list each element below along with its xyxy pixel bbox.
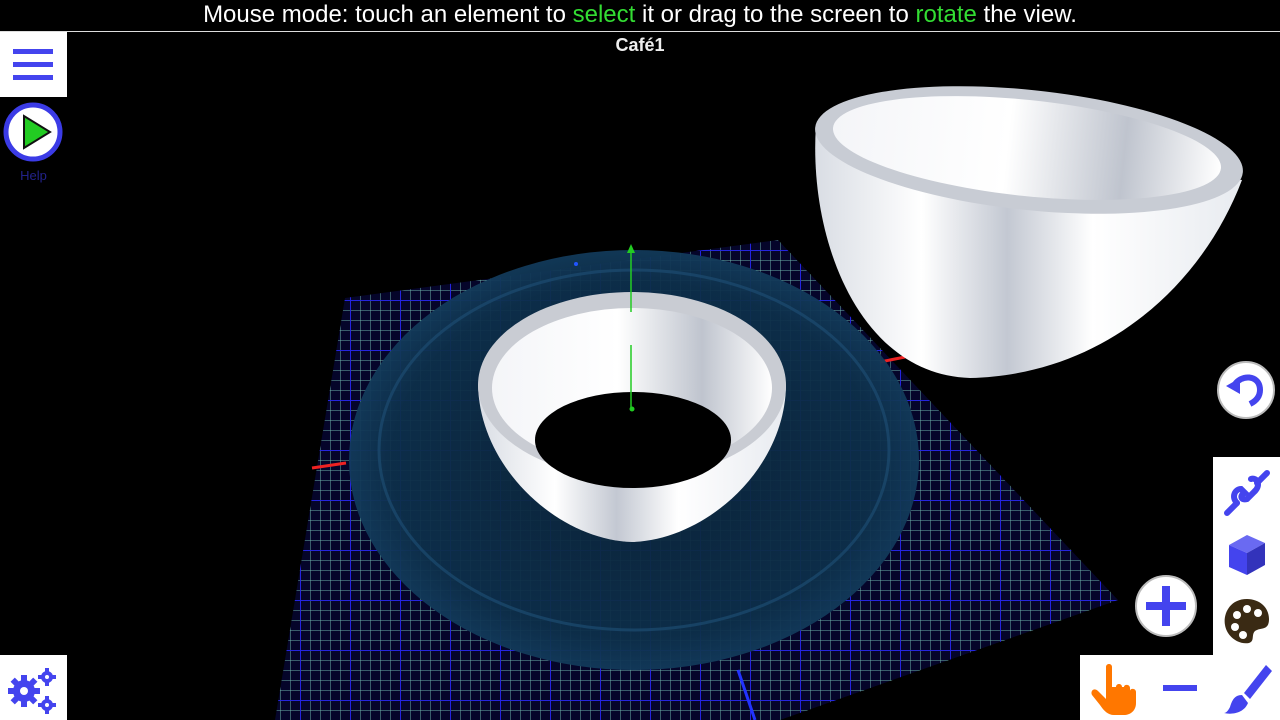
instruction-text: Mouse mode: touch an element to <box>203 1 573 28</box>
menu-button[interactable] <box>0 32 67 97</box>
instruction-text-middle: it or drag to the screen to <box>635 1 916 28</box>
hand-mode-button[interactable] <box>1080 655 1146 720</box>
play-icon <box>3 102 63 162</box>
cube-button[interactable] <box>1213 525 1280 589</box>
link-button[interactable] <box>1213 461 1280 525</box>
instruction-bar: Mouse mode: touch an element to select i… <box>0 0 1280 32</box>
cube-icon <box>1229 535 1265 575</box>
large-cup[interactable] <box>809 68 1249 378</box>
gears-icon <box>8 668 56 714</box>
play-button[interactable] <box>3 102 63 162</box>
hand-pointer-icon <box>1091 664 1136 715</box>
brush-icon <box>1224 665 1272 714</box>
instruction-rotate-word: rotate <box>915 1 977 28</box>
instruction-select-word: select <box>572 1 636 28</box>
add-button[interactable] <box>1134 574 1198 638</box>
model-title: Café1 <box>615 35 665 55</box>
bottom-toolbar <box>1080 655 1280 720</box>
remove-button[interactable] <box>1147 655 1213 720</box>
link-icon <box>1224 470 1270 516</box>
3d-scene[interactable] <box>0 0 1280 720</box>
undo-button[interactable] <box>1216 360 1276 420</box>
settings-button[interactable] <box>0 655 67 720</box>
undo-icon <box>1217 361 1275 419</box>
palette-button[interactable] <box>1213 589 1280 653</box>
minus-icon <box>1163 685 1197 691</box>
viewport[interactable]: Mouse mode: touch an element to select i… <box>0 0 1280 720</box>
play-label: Help <box>20 168 47 183</box>
instruction-text-end: the view. <box>976 1 1077 28</box>
paint-button[interactable] <box>1214 655 1280 720</box>
palette-icon <box>1224 599 1269 644</box>
right-toolbar <box>1213 457 1280 655</box>
plus-icon <box>1135 575 1197 637</box>
hamburger-icon <box>13 49 53 80</box>
